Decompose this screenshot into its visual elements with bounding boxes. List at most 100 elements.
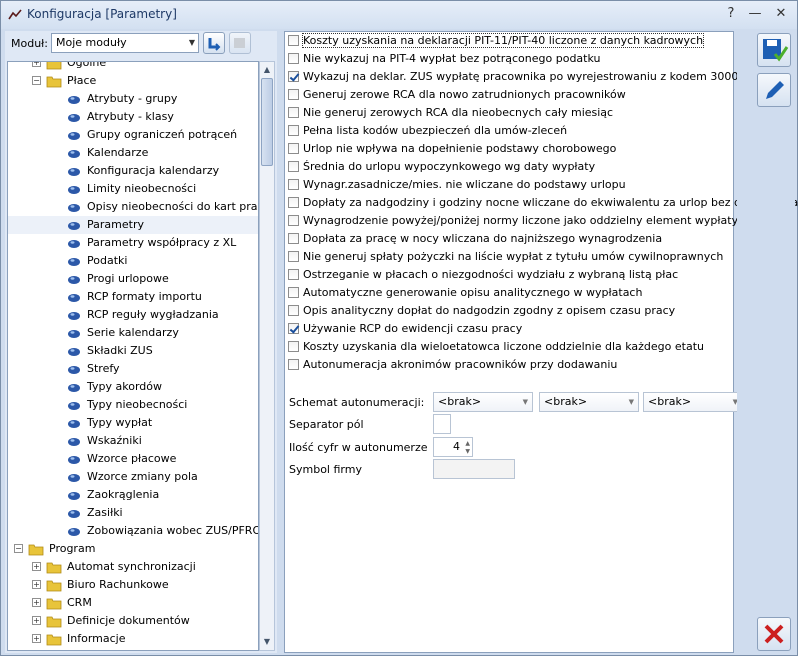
option-checkbox-row[interactable]: Koszty uzyskania na deklaracji PIT-11/PI…: [288, 33, 705, 51]
scroll-up-icon[interactable]: ▲: [261, 63, 273, 77]
tree-item[interactable]: Parametry: [8, 216, 258, 234]
collapse-icon[interactable]: −: [32, 76, 41, 85]
config-tree[interactable]: + Ogólne − Płace Atrybuty - grupy Atrybuty - …: [7, 61, 259, 651]
tree-item[interactable]: Typy akordów: [8, 378, 258, 396]
scroll-thumb[interactable]: [261, 78, 273, 166]
option-checkbox[interactable]: [288, 106, 299, 118]
separator-input[interactable]: [433, 414, 451, 434]
tree-item[interactable]: RCP reguły wygładzania: [8, 306, 258, 324]
title-bar[interactable]: Konfiguracja [Parametry] ? — ✕: [1, 1, 797, 29]
tree-item[interactable]: − Płace: [8, 72, 258, 90]
spin-down-icon[interactable]: ▼: [465, 448, 470, 455]
tree-item[interactable]: Atrybuty - grupy: [8, 90, 258, 108]
expand-icon[interactable]: +: [32, 616, 41, 625]
tree-item[interactable]: Wzorce płacowe: [8, 450, 258, 468]
tree-item[interactable]: + Ogólne: [8, 62, 258, 72]
option-checkbox[interactable]: [288, 34, 299, 46]
tree-item[interactable]: Parametry współpracy z XL: [8, 234, 258, 252]
tree-item[interactable]: + Definicje dokumentów: [8, 612, 258, 630]
option-checkbox-row[interactable]: Średnia do urlopu wypoczynkowego wg daty…: [288, 159, 595, 177]
copy-button[interactable]: [229, 32, 251, 54]
close-window-button[interactable]: ✕: [771, 5, 791, 23]
tree-item[interactable]: Grupy ograniczeń potrąceń: [8, 126, 258, 144]
schemat-combo-3[interactable]: <brak> ▼: [643, 392, 743, 412]
option-checkbox[interactable]: [288, 88, 299, 100]
option-checkbox-row[interactable]: Ostrzeganie w płacach o niezgodności wyd…: [288, 267, 678, 285]
tree-scrollbar[interactable]: ▲ ▼: [259, 61, 275, 651]
help-button[interactable]: ?: [721, 5, 741, 23]
option-checkbox[interactable]: [288, 214, 299, 226]
tree-item[interactable]: Zasiłki: [8, 504, 258, 522]
expand-icon[interactable]: +: [32, 562, 41, 571]
tree-item[interactable]: Zaokrąglenia: [8, 486, 258, 504]
tree-item[interactable]: Serie kalendarzy: [8, 324, 258, 342]
option-checkbox-row[interactable]: Używanie RCP do ewidencji czasu pracy: [288, 321, 522, 339]
tree-item[interactable]: Składki ZUS: [8, 342, 258, 360]
option-checkbox[interactable]: [288, 250, 299, 262]
option-checkbox-row[interactable]: Nie generuj zerowych RCA dla nieobecnych…: [288, 105, 613, 123]
tree-item[interactable]: + Automat synchronizacji: [8, 558, 258, 576]
collapse-icon[interactable]: −: [14, 544, 23, 553]
tree-item[interactable]: Limity nieobecności: [8, 180, 258, 198]
option-checkbox[interactable]: [288, 268, 299, 280]
option-checkbox[interactable]: [288, 322, 299, 334]
option-checkbox-row[interactable]: Wynagrodzenie powyżej/poniżej normy licz…: [288, 213, 738, 231]
schemat-combo-1[interactable]: <brak> ▼: [433, 392, 533, 412]
cyfry-stepper[interactable]: 4 ▲ ▼: [433, 437, 473, 457]
spin-up-icon[interactable]: ▲: [465, 440, 470, 447]
modul-select[interactable]: Moje moduły ▼: [51, 33, 199, 53]
expand-icon[interactable]: +: [32, 598, 41, 607]
option-checkbox[interactable]: [288, 286, 299, 298]
option-checkbox-row[interactable]: Pełna lista kodów ubezpieczeń dla umów-z…: [288, 123, 567, 141]
option-checkbox-row[interactable]: Opis analityczny dopłat do nadgodzin zgo…: [288, 303, 675, 321]
option-checkbox[interactable]: [288, 304, 299, 316]
option-checkbox-row[interactable]: Dopłata za pracę w nocy wliczana do najn…: [288, 231, 662, 249]
refresh-button[interactable]: [203, 32, 225, 54]
option-checkbox[interactable]: [288, 142, 299, 154]
option-checkbox[interactable]: [288, 196, 299, 208]
option-checkbox-row[interactable]: Generuj zerowe RCA dla nowo zatrudnionyc…: [288, 87, 626, 105]
option-checkbox-row[interactable]: Nie wykazuj na PIT-4 wypłat bez potrącon…: [288, 51, 600, 69]
tree-item[interactable]: Typy nieobecności: [8, 396, 258, 414]
option-checkbox-row[interactable]: Urlop nie wpływa na dopełnienie podstawy…: [288, 141, 616, 159]
symbol-input[interactable]: [433, 459, 515, 479]
scroll-down-icon[interactable]: ▼: [261, 635, 273, 649]
maximize-button[interactable]: [751, 5, 771, 23]
tree-item[interactable]: Konfiguracja kalendarzy: [8, 162, 258, 180]
tree-item[interactable]: + Informacje: [8, 630, 258, 648]
tree-item[interactable]: Strefy: [8, 360, 258, 378]
option-checkbox[interactable]: [288, 52, 299, 64]
cancel-button[interactable]: [757, 617, 791, 651]
edit-button[interactable]: [757, 73, 791, 107]
schemat-combo-2[interactable]: <brak> ▼: [539, 392, 639, 412]
tree-item[interactable]: Atrybuty - klasy: [8, 108, 258, 126]
option-checkbox-row[interactable]: Koszty uzyskania dla wieloetatowca liczo…: [288, 339, 704, 357]
expand-icon[interactable]: +: [32, 580, 41, 589]
option-checkbox[interactable]: [288, 340, 299, 352]
tree-item[interactable]: Wskaźniki: [8, 432, 258, 450]
option-checkbox-row[interactable]: Nie generuj spłaty pożyczki na liście wy…: [288, 249, 723, 267]
option-checkbox[interactable]: [288, 124, 299, 136]
tree-item[interactable]: − Program: [8, 540, 258, 558]
expand-icon[interactable]: +: [32, 634, 41, 643]
tree-item[interactable]: Opisy nieobecności do kart pracy: [8, 198, 258, 216]
tree-item[interactable]: RCP formaty importu: [8, 288, 258, 306]
option-checkbox-row[interactable]: Dopłaty za nadgodziny i godziny nocne wl…: [288, 195, 798, 213]
option-checkbox[interactable]: [288, 358, 299, 370]
tree-item[interactable]: Progi urlopowe: [8, 270, 258, 288]
tree-item[interactable]: Wzorce zmiany pola: [8, 468, 258, 486]
expand-icon[interactable]: +: [32, 62, 41, 67]
option-checkbox[interactable]: [288, 232, 299, 244]
tree-item[interactable]: Podatki: [8, 252, 258, 270]
option-checkbox-row[interactable]: Autonumeracja akronimów pracowników przy…: [288, 357, 617, 375]
tree-item[interactable]: Zobowiązania wobec ZUS/PFRON: [8, 522, 258, 540]
option-checkbox[interactable]: [288, 178, 299, 190]
option-checkbox-row[interactable]: Wynagr.zasadnicze/mies. nie wliczane do …: [288, 177, 626, 195]
option-checkbox-row[interactable]: Automatyczne generowanie opisu analitycz…: [288, 285, 642, 303]
option-checkbox[interactable]: [288, 160, 299, 172]
option-checkbox-row[interactable]: Wykazuj na deklar. ZUS wypłatę pracownik…: [288, 69, 742, 87]
option-checkbox[interactable]: [288, 70, 299, 82]
tree-item[interactable]: + Biuro Rachunkowe: [8, 576, 258, 594]
tree-item[interactable]: Typy wypłat: [8, 414, 258, 432]
tree-item[interactable]: + CRM: [8, 594, 258, 612]
